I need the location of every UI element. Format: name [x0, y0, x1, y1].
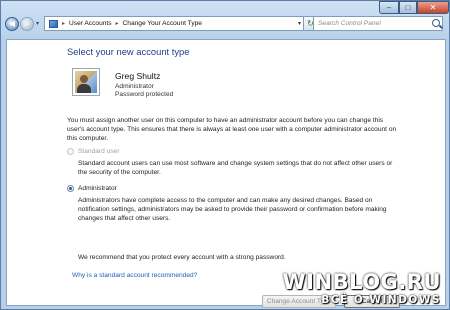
administrator-description: Administrators have complete access to t… — [78, 197, 387, 222]
explorer-window: – □ ✕ ◀ ▶ ▾ ▸ User Accounts ▸ Change You… — [0, 0, 450, 310]
watermark-logo: WINBLOG.RU ВСЁ О WINDOWS — [283, 270, 441, 306]
user-role: Administrator — [115, 83, 154, 90]
admin-warning-text: You must assign another user on this com… — [67, 117, 397, 142]
breadcrumb-separator[interactable]: ▸ — [116, 20, 119, 27]
administrator-option[interactable]: Administrator — [67, 185, 117, 192]
forward-arrow-icon[interactable]: ▶ — [20, 17, 34, 31]
search-icon[interactable] — [432, 19, 440, 27]
search-input[interactable]: Search Control Panel — [313, 16, 443, 31]
recent-pages-dropdown[interactable]: ▾ — [36, 20, 39, 27]
user-name: Greg Shultz — [115, 71, 161, 81]
breadcrumb-user-accounts[interactable]: User Accounts — [69, 20, 112, 27]
back-arrow-icon[interactable]: ◀ — [5, 17, 19, 31]
administrator-radio[interactable] — [67, 185, 74, 192]
standard-user-description: Standard account users can use most soft… — [78, 160, 393, 176]
standard-user-radio — [67, 148, 74, 155]
administrator-label[interactable]: Administrator — [78, 185, 117, 192]
control-panel-icon — [49, 19, 58, 28]
standard-user-option: Standard user — [67, 148, 119, 155]
navigation-bar: ◀ ▶ ▾ ▸ User Accounts ▸ Change Your Acco… — [1, 1, 449, 41]
why-standard-account-link[interactable]: Why is a standard account recommended? — [72, 272, 197, 279]
password-recommendation: We recommend that you protect every acco… — [78, 254, 286, 261]
content-pane: Select your new account type Greg Shultz… — [6, 39, 446, 308]
address-dropdown-icon[interactable]: ▾ — [298, 20, 301, 27]
address-bar[interactable]: ▸ User Accounts ▸ Change Your Account Ty… — [44, 16, 304, 31]
watermark-line-2: ВСЁ О WINDOWS — [321, 294, 441, 306]
page-title: Select your new account type — [67, 46, 190, 57]
user-password-status: Password protected — [115, 91, 174, 98]
standard-user-label: Standard user — [78, 148, 120, 155]
user-avatar-icon — [72, 68, 100, 96]
breadcrumb-change-account-type[interactable]: Change Your Account Type — [123, 20, 202, 27]
watermark-line-1: WINBLOG.RU — [282, 270, 441, 294]
breadcrumb-separator[interactable]: ▸ — [62, 20, 65, 27]
